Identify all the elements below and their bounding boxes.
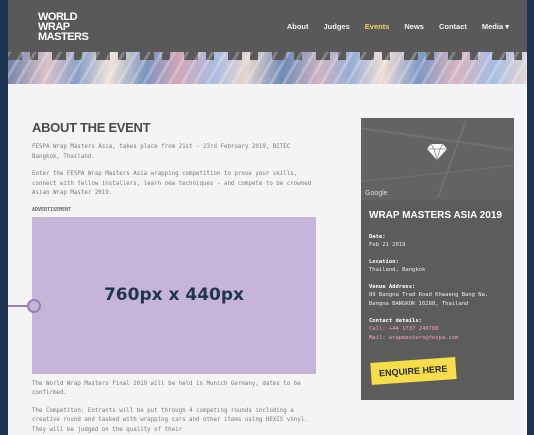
enter-paragraph: Enter the FESPA Wrap Masters Asia wrappi… <box>32 171 312 196</box>
nav-media[interactable]: Media ▾ <box>482 22 509 31</box>
map-road <box>361 165 514 182</box>
phone-link[interactable]: Call: +44 1737 240788 <box>369 325 511 334</box>
sidebar-title: WRAP MASTERS ASIA 2019 <box>369 210 502 221</box>
final-paragraph: The World Wrap Masters Final 2019 will b… <box>32 380 301 397</box>
email-link[interactable]: Mail: wrapmasters@fespa.com <box>369 334 511 343</box>
advertisement-size-text: 760px x 440px <box>103 284 245 305</box>
event-sidebar: Google WRAP MASTERS ASIA 2019 Date: Feb … <box>361 118 514 400</box>
page-container: WORLD WRAP MASTERS About Judges Events N… <box>8 0 527 435</box>
nav-judges[interactable]: Judges <box>324 22 350 31</box>
advertisement-label: ADVERTISEMENT <box>32 206 72 213</box>
event-details: Date: Feb 21 2019 Location: Thailand, Ba… <box>369 233 511 351</box>
nav-contact[interactable]: Contact <box>439 22 467 31</box>
enquire-button[interactable]: ENQUIRE HERE <box>370 357 457 385</box>
google-map-brand: Google <box>365 190 388 197</box>
nav-news[interactable]: News <box>404 22 424 31</box>
site-logo[interactable]: WORLD WRAP MASTERS <box>38 12 94 43</box>
main-nav: About Judges Events News Contact Media ▾ <box>272 22 509 31</box>
advertisement-banner[interactable]: 760px x 440px <box>8 216 316 374</box>
main-content: ABOUT THE EVENT FESPA Wrap Masters Asia,… <box>8 120 317 435</box>
location-map[interactable]: Google <box>361 118 514 200</box>
page-title: ABOUT THE EVENT <box>32 120 151 135</box>
location-label: Location: <box>369 259 399 265</box>
venue-label: Venue Address: <box>369 284 416 290</box>
nav-events[interactable]: Events <box>365 22 390 31</box>
location-value: Thailand, Bangkok <box>369 267 426 273</box>
date-value: Feb 21 2019 <box>369 242 406 248</box>
date-label: Date: <box>369 234 386 240</box>
diamond-icon <box>427 143 447 161</box>
pointer-line <box>8 304 29 307</box>
site-header: WORLD WRAP MASTERS About Judges Events N… <box>8 0 527 84</box>
logo-line-3: MASTERS <box>38 31 89 43</box>
nav-about[interactable]: About <box>287 22 309 31</box>
intro-paragraph: FESPA Wrap Masters Asia, takes place fro… <box>32 144 291 160</box>
contact-label: Contact details: <box>369 318 422 324</box>
header-paint-banner <box>8 46 527 84</box>
venue-value: 89 Bangna Trad Road Khwaeng Bang Na, Ban… <box>369 292 489 307</box>
competition-paragraph: The Competiton: Entrants will be put thr… <box>32 407 308 433</box>
